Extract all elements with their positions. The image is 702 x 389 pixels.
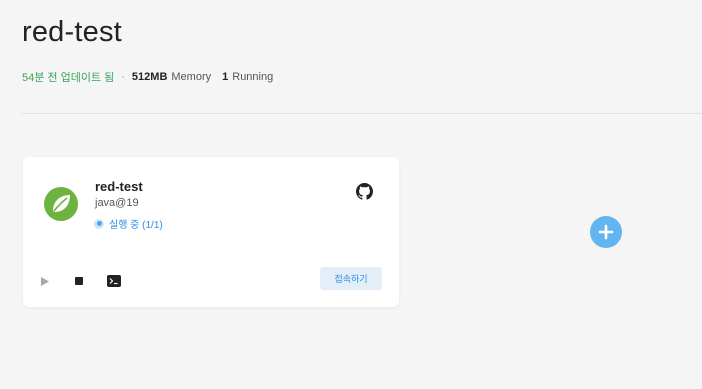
- status-badge: 실행 중 (1/1): [94, 216, 163, 231]
- app-meta: 54분 전 업데이트 됨 · 512MB Memory 1 Running: [22, 69, 273, 85]
- connect-button[interactable]: 접속하기: [320, 267, 382, 290]
- running-label: Running: [232, 71, 274, 83]
- status-text: 실행 중 (1/1): [109, 220, 163, 231]
- stop-icon[interactable]: [72, 274, 86, 288]
- terminal-icon[interactable]: [107, 274, 121, 288]
- memory-value: 512MB: [131, 71, 168, 83]
- app-card: red-test java@19 실행 중 (1/1) 접속하기: [23, 157, 399, 307]
- add-app-button[interactable]: [590, 216, 622, 248]
- play-icon[interactable]: [38, 274, 52, 288]
- running-count: 1: [222, 71, 229, 83]
- memory-label: Memory: [171, 71, 212, 83]
- status-dot-icon: [94, 218, 104, 229]
- page-title: red-test: [22, 16, 122, 48]
- spring-leaf-icon: [44, 187, 78, 221]
- github-icon[interactable]: [356, 183, 373, 200]
- meta-separator: ·: [121, 71, 125, 83]
- plus-icon: [598, 224, 614, 240]
- header-divider: [22, 113, 702, 114]
- updated-time: 54분 전 업데이트 됨: [22, 72, 115, 84]
- app-name[interactable]: red-test: [95, 179, 143, 194]
- app-runtime: java@19: [95, 197, 139, 209]
